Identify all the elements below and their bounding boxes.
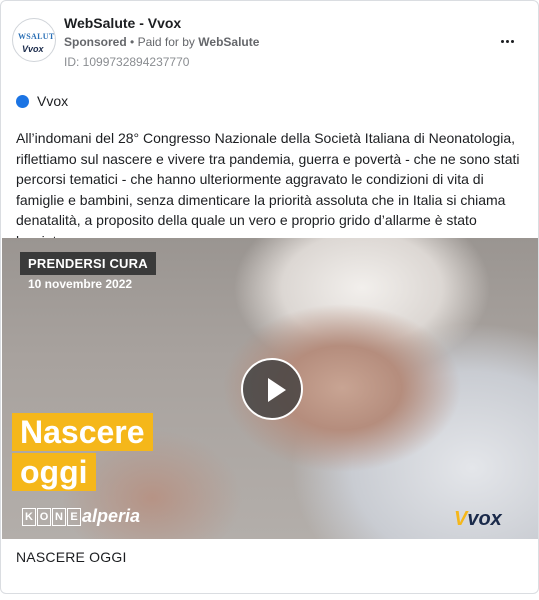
- video-date: 10 novembre 2022: [28, 277, 133, 291]
- ad-card: WSALUTE Vvox WebSalute - Vvox Sponsored …: [0, 0, 539, 594]
- platform-dot-icon: [16, 94, 29, 108]
- ad-id: ID: 1099732894237770: [64, 55, 190, 69]
- kone-letter: K: [22, 508, 36, 526]
- paid-for-prefix: Paid for by: [137, 35, 195, 49]
- page-name[interactable]: WebSalute - Vvox: [64, 15, 181, 31]
- video-title-line1: Nascere: [12, 413, 153, 451]
- sponsor-logo-kone: K O N E: [22, 508, 82, 526]
- more-dot: [505, 39, 509, 43]
- play-icon[interactable]: [241, 358, 303, 420]
- more-options-button[interactable]: [495, 29, 519, 53]
- video-thumbnail[interactable]: PRENDERSI CURA 10 novembre 2022 Nascere …: [2, 238, 538, 539]
- category-tag: PRENDERSI CURA: [20, 252, 156, 275]
- more-horizontal-icon: [500, 39, 504, 43]
- avatar-logo-bottom: Vvox: [22, 44, 44, 54]
- paid-for-by: WebSalute: [198, 35, 260, 49]
- kone-letter: E: [67, 508, 81, 526]
- platform-name: Vvox: [37, 93, 69, 109]
- platform-label: Vvox: [16, 93, 68, 109]
- brand-logo-vvox: Vvox: [454, 508, 502, 531]
- video-title-line2: oggi: [12, 453, 96, 491]
- media-caption[interactable]: NASCERE OGGI: [16, 549, 127, 565]
- sponsor-logo-alperia: alperia: [82, 506, 141, 526]
- sponsored-line: Sponsored • Paid for by WebSalute: [64, 35, 259, 49]
- more-dot: [510, 39, 514, 43]
- meta-separator: •: [130, 35, 138, 49]
- brand-logo-rest: vox: [467, 508, 502, 530]
- avatar-logo-top: WSALUTE: [18, 32, 56, 41]
- brand-logo-v: V: [454, 508, 468, 530]
- sponsored-label: Sponsored: [64, 35, 127, 49]
- video-title: Nascere oggi: [12, 413, 153, 491]
- ad-body-text: All’indomani del 28° Congresso Nazionale…: [16, 130, 520, 249]
- page-avatar[interactable]: WSALUTE Vvox: [12, 18, 56, 62]
- kone-letter: N: [52, 508, 66, 526]
- kone-letter: O: [37, 508, 51, 526]
